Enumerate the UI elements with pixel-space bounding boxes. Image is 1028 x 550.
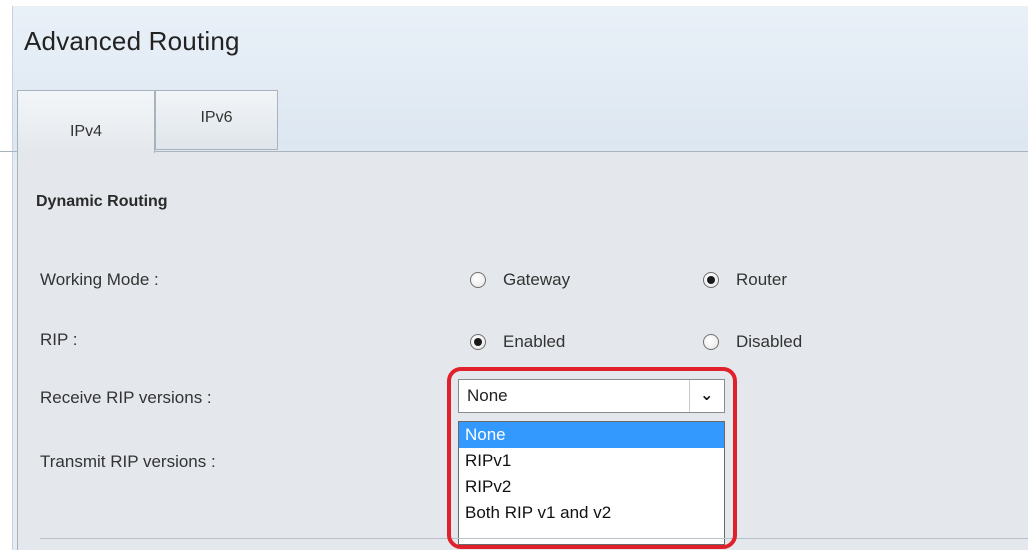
working-mode-label: Working Mode : bbox=[40, 270, 159, 289]
working-mode-router-option[interactable]: Router bbox=[703, 270, 787, 290]
tab-ipv4[interactable]: IPv4 bbox=[17, 90, 155, 153]
router-label: Router bbox=[736, 270, 788, 289]
receive-rip-versions-select[interactable]: None ⌄ bbox=[458, 379, 725, 413]
section-divider bbox=[40, 538, 1028, 539]
transmit-rip-versions-label: Transmit RIP versions : bbox=[40, 452, 216, 471]
gateway-label: Gateway bbox=[503, 270, 571, 289]
dropdown-option-ripv2[interactable]: RIPv2 bbox=[459, 474, 724, 500]
tab-ipv6[interactable]: IPv6 bbox=[155, 90, 278, 150]
gateway-radio[interactable] bbox=[470, 272, 486, 288]
tab-label: IPv4 bbox=[69, 123, 102, 140]
rip-label: RIP : bbox=[40, 330, 78, 349]
dropdown-option-ripv1[interactable]: RIPv1 bbox=[459, 448, 724, 474]
rip-enabled-label: Enabled bbox=[503, 332, 566, 351]
working-mode-gateway-option[interactable]: Gateway bbox=[470, 270, 570, 290]
select-value: None bbox=[467, 386, 508, 405]
chevron-down-icon: ⌄ bbox=[700, 387, 714, 404]
rip-enabled-radio[interactable] bbox=[470, 334, 486, 350]
rip-disabled-radio[interactable] bbox=[703, 334, 719, 350]
rip-disabled-label: Disabled bbox=[736, 332, 803, 351]
receive-rip-versions-dropdown-list: None RIPv1 RIPv2 Both RIP v1 and v2 bbox=[458, 421, 725, 545]
rip-enabled-option[interactable]: Enabled bbox=[470, 332, 565, 352]
rip-disabled-option[interactable]: Disabled bbox=[703, 332, 802, 352]
section-title: Dynamic Routing bbox=[36, 193, 168, 210]
router-radio[interactable] bbox=[703, 272, 719, 288]
receive-rip-versions-label: Receive RIP versions : bbox=[40, 388, 212, 407]
dropdown-toggle-button[interactable]: ⌄ bbox=[689, 380, 724, 412]
tab-label: IPv6 bbox=[200, 109, 233, 126]
page-title: Advanced Routing bbox=[24, 26, 240, 56]
dropdown-option-none[interactable]: None bbox=[459, 422, 724, 448]
dropdown-option-both[interactable]: Both RIP v1 and v2 bbox=[459, 500, 724, 526]
